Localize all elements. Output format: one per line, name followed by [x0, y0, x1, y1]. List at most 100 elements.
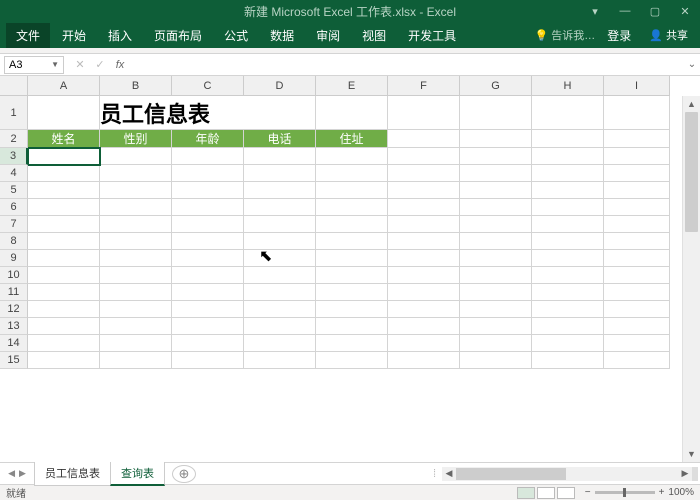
cell-D15[interactable] — [244, 352, 316, 369]
cell-F13[interactable] — [388, 318, 460, 335]
scroll-left-icon[interactable]: ◀ — [442, 468, 456, 479]
cell-B7[interactable] — [100, 216, 172, 233]
cell-F14[interactable] — [388, 335, 460, 352]
cell-D3[interactable] — [244, 148, 316, 165]
col-header-C[interactable]: C — [172, 76, 244, 96]
sheet-prev-icon[interactable]: ◀ — [8, 468, 15, 479]
cell-A3[interactable] — [28, 148, 100, 165]
cell-A13[interactable] — [28, 318, 100, 335]
cell-E4[interactable] — [316, 165, 388, 182]
cell-I9[interactable] — [604, 250, 670, 267]
cell-E1[interactable] — [316, 96, 388, 130]
namebox-dropdown-icon[interactable]: ▼ — [51, 60, 59, 69]
cells-area[interactable]: 员工信息表姓名性别年龄电话住址 — [28, 96, 682, 462]
cell-D7[interactable] — [244, 216, 316, 233]
cell-I2[interactable] — [604, 130, 670, 148]
cell-B1[interactable]: 员工信息表 — [100, 96, 316, 130]
close-button[interactable]: ✕ — [670, 0, 700, 22]
cell-I6[interactable] — [604, 199, 670, 216]
cell-I15[interactable] — [604, 352, 670, 369]
cell-C13[interactable] — [172, 318, 244, 335]
row-header-14[interactable]: 14 — [0, 335, 28, 352]
cell-B5[interactable] — [100, 182, 172, 199]
cell-E3[interactable] — [316, 148, 388, 165]
sheet-nav[interactable]: ◀▶ — [0, 468, 34, 479]
cell-C3[interactable] — [172, 148, 244, 165]
tab-formulas[interactable]: 公式 — [214, 23, 258, 48]
cell-A15[interactable] — [28, 352, 100, 369]
cell-D9[interactable] — [244, 250, 316, 267]
cell-B2[interactable]: 性别 — [100, 130, 172, 148]
row-header-6[interactable]: 6 — [0, 199, 28, 216]
cell-H15[interactable] — [532, 352, 604, 369]
cell-E10[interactable] — [316, 267, 388, 284]
cell-G7[interactable] — [460, 216, 532, 233]
cell-A4[interactable] — [28, 165, 100, 182]
zoom-slider[interactable] — [595, 491, 655, 494]
cell-G6[interactable] — [460, 199, 532, 216]
cell-B13[interactable] — [100, 318, 172, 335]
col-header-E[interactable]: E — [316, 76, 388, 96]
share-button[interactable]: 👤共享 — [643, 25, 694, 45]
cell-D6[interactable] — [244, 199, 316, 216]
col-header-H[interactable]: H — [532, 76, 604, 96]
zoom-control[interactable]: − + 100% — [585, 487, 694, 498]
cell-F8[interactable] — [388, 233, 460, 250]
cell-G3[interactable] — [460, 148, 532, 165]
cell-C8[interactable] — [172, 233, 244, 250]
sheet-next-icon[interactable]: ▶ — [19, 468, 26, 479]
cell-C10[interactable] — [172, 267, 244, 284]
cell-E15[interactable] — [316, 352, 388, 369]
cell-F3[interactable] — [388, 148, 460, 165]
row-header-5[interactable]: 5 — [0, 182, 28, 199]
new-sheet-button[interactable]: ⊕ — [172, 465, 196, 483]
cell-A11[interactable] — [28, 284, 100, 301]
cell-H6[interactable] — [532, 199, 604, 216]
col-header-F[interactable]: F — [388, 76, 460, 96]
cell-C2[interactable]: 年龄 — [172, 130, 244, 148]
cell-H4[interactable] — [532, 165, 604, 182]
vertical-scrollbar[interactable]: ▲ ▼ — [682, 96, 700, 462]
tab-data[interactable]: 数据 — [260, 23, 304, 48]
cell-B3[interactable] — [100, 148, 172, 165]
zoom-in-icon[interactable]: + — [659, 487, 665, 498]
row-header-11[interactable]: 11 — [0, 284, 28, 301]
row-header-2[interactable]: 2 — [0, 130, 28, 148]
row-header-10[interactable]: 10 — [0, 267, 28, 284]
cell-E5[interactable] — [316, 182, 388, 199]
tab-view[interactable]: 视图 — [352, 23, 396, 48]
cell-B10[interactable] — [100, 267, 172, 284]
cell-A2[interactable]: 姓名 — [28, 130, 100, 148]
cell-H5[interactable] — [532, 182, 604, 199]
tab-developer[interactable]: 开发工具 — [398, 23, 466, 48]
row-header-15[interactable]: 15 — [0, 352, 28, 369]
cell-H8[interactable] — [532, 233, 604, 250]
cell-B12[interactable] — [100, 301, 172, 318]
cell-F1[interactable] — [388, 96, 460, 130]
cell-A6[interactable] — [28, 199, 100, 216]
fx-icon[interactable]: fx — [110, 56, 130, 74]
cell-G8[interactable] — [460, 233, 532, 250]
cell-A10[interactable] — [28, 267, 100, 284]
cell-I11[interactable] — [604, 284, 670, 301]
cell-C11[interactable] — [172, 284, 244, 301]
cell-F4[interactable] — [388, 165, 460, 182]
cell-G5[interactable] — [460, 182, 532, 199]
cell-I1[interactable] — [604, 96, 670, 130]
cell-F2[interactable] — [388, 130, 460, 148]
zoom-level[interactable]: 100% — [668, 487, 694, 498]
cell-B4[interactable] — [100, 165, 172, 182]
maximize-button[interactable]: ▢ — [640, 0, 670, 22]
cell-G11[interactable] — [460, 284, 532, 301]
cell-C9[interactable] — [172, 250, 244, 267]
row-header-4[interactable]: 4 — [0, 165, 28, 182]
cell-I4[interactable] — [604, 165, 670, 182]
col-header-I[interactable]: I — [604, 76, 670, 96]
cell-F9[interactable] — [388, 250, 460, 267]
row-header-7[interactable]: 7 — [0, 216, 28, 233]
cell-E9[interactable] — [316, 250, 388, 267]
cell-F15[interactable] — [388, 352, 460, 369]
zoom-out-icon[interactable]: − — [585, 487, 591, 498]
row-header-3[interactable]: 3 — [0, 148, 28, 165]
cell-C5[interactable] — [172, 182, 244, 199]
